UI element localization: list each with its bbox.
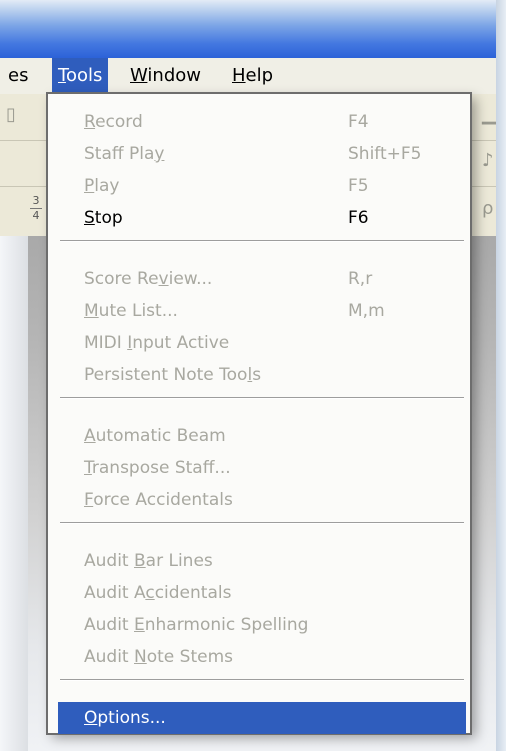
- menu-item-mute-list[interactable]: Mute List... M,m: [58, 295, 466, 327]
- menu-item-force-accidentals[interactable]: Force Accidentals: [58, 484, 466, 516]
- menu-item-label: Score Review...: [84, 269, 213, 289]
- toolbar-button-fragment-icon[interactable]: ▁: [482, 104, 496, 125]
- menu-item-shortcut: M,m: [348, 301, 385, 321]
- menu-window[interactable]: Window: [124, 58, 207, 94]
- title-bar: [0, 0, 496, 58]
- menu-item-audit-accidentals[interactable]: Audit Accidentals: [58, 577, 466, 609]
- menu-item-shortcut: Shift+F5: [348, 144, 422, 164]
- time-signature-icon[interactable]: 3 4: [30, 194, 42, 223]
- menu-separator: [60, 240, 464, 242]
- menu-item-shortcut: F5: [348, 176, 369, 196]
- menu-item-label: Mute List...: [84, 301, 178, 321]
- menu-item-label: Options...: [84, 708, 166, 728]
- menu-item-staff-play[interactable]: Staff Play Shift+F5: [58, 138, 466, 170]
- menu-item-shortcut: F6: [348, 208, 369, 228]
- menu-item-label: Record: [84, 112, 143, 132]
- toolbar-button-fragment-icon[interactable]: ▯: [6, 104, 16, 125]
- menu-tools[interactable]: Tools: [52, 58, 109, 94]
- menu-item-shortcut: F4: [348, 112, 369, 132]
- menu-help[interactable]: Help: [226, 58, 279, 94]
- menu-item-label: MIDI Input Active: [84, 333, 230, 353]
- menu-item-stop[interactable]: Stop F6: [58, 202, 466, 234]
- time-sig-top: 3: [32, 194, 40, 207]
- menu-item-audit-enharmonic-spelling[interactable]: Audit Enharmonic Spelling: [58, 609, 466, 641]
- menu-item-shortcut: R,r: [348, 269, 373, 289]
- menu-item-label: Audit Enharmonic Spelling: [84, 615, 309, 635]
- menu-item-label: Audit Accidentals: [84, 583, 232, 603]
- menu-bar: es Tools Window Help: [0, 58, 496, 95]
- toolbar-button-fragment-icon[interactable]: ♪: [482, 150, 494, 171]
- menu-item-persistent-note-tools[interactable]: Persistent Note Tools: [58, 359, 466, 391]
- tools-dropdown-menu: Record F4 Staff Play Shift+F5 Play F5 Stop F6 Sc…: [46, 92, 472, 735]
- menu-item-label: Audit Note Stems: [84, 647, 233, 667]
- menu-item-record[interactable]: Record F4: [58, 106, 466, 138]
- time-sig-bottom: 4: [30, 208, 42, 223]
- window-edge: [496, 0, 506, 751]
- menu-label: Window: [130, 65, 201, 86]
- menu-item-midi-input-active[interactable]: MIDI Input Active: [58, 327, 466, 359]
- menu-item-label: Persistent Note Tools: [84, 365, 262, 385]
- menu-item-transpose-staff[interactable]: Transpose Staff...: [58, 452, 466, 484]
- menu-item-label: Force Accidentals: [84, 490, 233, 510]
- menu-label: es: [8, 65, 29, 86]
- workspace-edge: [0, 236, 28, 751]
- menu-label: Tools: [58, 65, 103, 86]
- menu-item-label: Stop: [84, 208, 123, 228]
- menu-separator: [60, 397, 464, 399]
- menu-item-label: Play: [84, 176, 120, 196]
- menu-item-audit-note-stems[interactable]: Audit Note Stems: [58, 641, 466, 673]
- menu-item-label: Transpose Staff...: [84, 458, 231, 478]
- menu-item-score-review[interactable]: Score Review... R,r: [58, 263, 466, 295]
- menu-item-options[interactable]: Options...: [58, 702, 466, 734]
- menu-item-label: Staff Play: [84, 144, 165, 164]
- menu-item-audit-bar-lines[interactable]: Audit Bar Lines: [58, 545, 466, 577]
- toolbar-button-fragment-icon[interactable]: ρ: [482, 198, 493, 219]
- menu-item-label: Automatic Beam: [84, 426, 226, 446]
- menu-separator: [60, 679, 464, 681]
- menu-item-automatic-beam[interactable]: Automatic Beam: [58, 420, 466, 452]
- menu-separator: [60, 522, 464, 524]
- menu-item-label: Audit Bar Lines: [84, 551, 213, 571]
- menu-item-play[interactable]: Play F5: [58, 170, 466, 202]
- app-window: es Tools Window Help ▯ ▁ ♪ 3 4 ρ Record F…: [0, 0, 506, 751]
- menu-label: Help: [232, 65, 274, 86]
- menu-edit-partial[interactable]: es: [2, 58, 34, 94]
